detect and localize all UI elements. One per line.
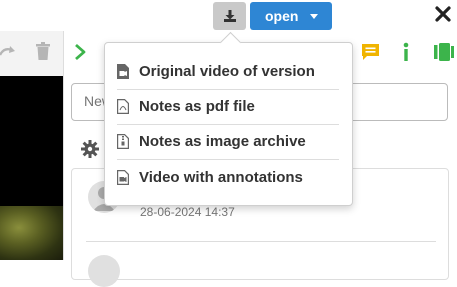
info-icon[interactable] [402,42,410,62]
file-archive-icon [117,133,129,149]
download-menu: Original video of version Notes as pdf f… [104,31,353,206]
trash-icon[interactable] [36,42,50,60]
menu-divider [117,89,339,90]
menu-item-label: Notes as pdf file [139,97,255,115]
video-frame [0,206,63,260]
gear-icon[interactable] [81,140,99,158]
file-pdf-icon [117,98,129,114]
menu-item-notes-pdf[interactable]: Notes as pdf file [117,93,341,119]
comment-divider [86,241,436,242]
menu-divider [117,124,339,125]
record-video-icon[interactable] [434,43,454,61]
menu-item-label: Original video of version [139,62,315,80]
menu-item-original-video[interactable]: Original video of version [117,58,341,84]
comment-icon[interactable] [362,44,379,60]
redo-icon[interactable] [0,45,16,59]
play-icon[interactable] [74,43,86,61]
menu-item-label: Notes as image archive [139,132,306,150]
close-icon[interactable] [434,5,452,23]
top-toolbar: open [0,0,457,31]
menu-divider [117,159,339,160]
menu-item-video-annotations[interactable]: Video with annotations [117,164,341,190]
chevron-down-icon [310,14,318,19]
video-player[interactable] [0,76,63,260]
file-video-icon [117,169,129,185]
open-button-label: open [265,8,299,24]
menu-item-label: Video with annotations [139,168,303,186]
file-video-icon [117,63,129,79]
left-toolbar [0,39,63,67]
menu-item-image-archive[interactable]: Notes as image archive [117,128,341,154]
comment-timestamp: 28-06-2024 14:37 [140,205,235,219]
open-button[interactable]: open [250,2,332,30]
download-icon [223,10,236,22]
download-button[interactable] [213,2,246,30]
left-panel [0,31,64,260]
